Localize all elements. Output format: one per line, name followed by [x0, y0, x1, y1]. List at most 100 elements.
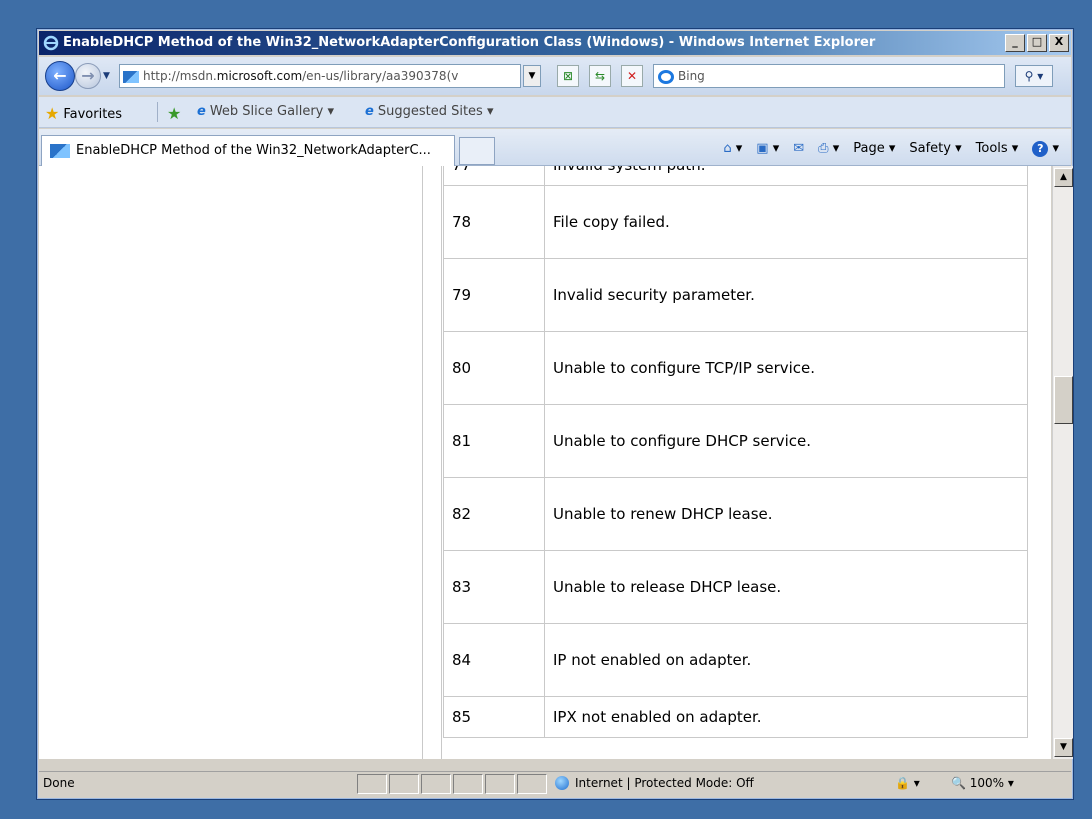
browser-window: EnableDHCP Method of the Win32_NetworkAd…: [36, 28, 1074, 800]
zoom-level: 100%: [969, 776, 1005, 790]
msdn-tab-icon: [50, 143, 70, 158]
error-code: 85: [443, 696, 545, 738]
favorites-separator: [157, 102, 158, 122]
web-slice-gallery-label: Web Slice Gallery ▾: [209, 104, 335, 119]
suggested-sites-link[interactable]: e Suggested Sites ▾: [365, 104, 493, 119]
minimize-button[interactable]: _: [1005, 34, 1025, 52]
address-bar[interactable]: http://msdn.microsoft.com/en-us/library/…: [119, 64, 521, 88]
suggested-sites-icon: e: [365, 104, 374, 119]
command-bar: ⌂ ▾ ▣ ▾ ✉ ⎙ ▾ Page ▾ Safety ▾ Tools ▾ ? …: [723, 141, 1059, 157]
url-path: /en-us/library/aa390378(v: [302, 69, 459, 83]
security-zone[interactable]: Internet | Protected Mode: Off: [555, 776, 754, 790]
print-icon: ⎙: [818, 141, 829, 156]
suggested-sites-label: Suggested Sites ▾: [377, 104, 494, 119]
error-message: Invalid system path.: [544, 166, 1028, 186]
search-input[interactable]: Bing: [653, 64, 1005, 88]
error-message: Unable to configure TCP/IP service.: [544, 331, 1028, 405]
favorites-label: Favorites: [63, 107, 123, 122]
help-icon: ?: [1032, 141, 1049, 157]
maximize-button[interactable]: □: [1027, 34, 1047, 52]
mail-icon: ✉: [793, 141, 805, 156]
new-tab-button[interactable]: [459, 137, 495, 165]
error-message: Unable to renew DHCP lease.: [544, 477, 1028, 551]
address-dropdown-button[interactable]: ▼: [523, 65, 541, 87]
table-row: 80 Unable to configure TCP/IP service.: [443, 331, 1028, 405]
search-icon: ⚲: [1024, 69, 1034, 83]
url-prefix: http://msdn.: [143, 69, 217, 83]
error-message: IP not enabled on adapter.: [544, 623, 1028, 697]
error-code: 77: [443, 166, 545, 186]
status-panel: [421, 774, 451, 794]
table-row: 81 Unable to configure DHCP service.: [443, 404, 1028, 478]
error-code: 79: [443, 258, 545, 332]
back-arrow-icon: ←: [53, 66, 67, 85]
close-button[interactable]: X: [1049, 34, 1069, 52]
forward-button[interactable]: →: [75, 63, 101, 89]
help-button[interactable]: ? ▾: [1032, 141, 1059, 157]
lock-icon: 🔒: [895, 776, 910, 790]
tools-menu[interactable]: Tools ▾: [976, 141, 1019, 157]
tab-label: EnableDHCP Method of the Win32_NetworkAd…: [76, 143, 431, 158]
return-codes-table: 77 Invalid system path. 78File copy fail…: [443, 166, 1028, 738]
error-code: 84: [443, 623, 545, 697]
feeds-button[interactable]: ▣ ▾: [756, 141, 779, 157]
window-title: EnableDHCP Method of the Win32_NetworkAd…: [63, 35, 876, 50]
protected-mode-button[interactable]: 🔒 ▾: [895, 776, 920, 790]
favorites-star-icon: ★: [45, 104, 60, 123]
table-row: 85 IPX not enabled on adapter.: [443, 696, 1028, 738]
scroll-up-button[interactable]: ▲: [1054, 168, 1073, 187]
table-row: 84 IP not enabled on adapter.: [443, 623, 1028, 697]
table-row: 83 Unable to release DHCP lease.: [443, 550, 1028, 624]
back-button[interactable]: ←: [45, 61, 75, 91]
error-code: 82: [443, 477, 545, 551]
status-panel: [517, 774, 547, 794]
page-menu[interactable]: Page ▾: [853, 141, 895, 157]
error-message: Invalid security parameter.: [544, 258, 1028, 332]
status-panel: [389, 774, 419, 794]
tab-row: EnableDHCP Method of the Win32_NetworkAd…: [39, 129, 1071, 166]
read-mail-button[interactable]: ✉: [793, 141, 804, 157]
error-code: 78: [443, 185, 545, 259]
table-row: 79 Invalid security parameter.: [443, 258, 1028, 332]
error-message: IPX not enabled on adapter.: [544, 696, 1028, 738]
compatibility-view-icon[interactable]: ⊠: [557, 65, 579, 87]
tab-current-page[interactable]: EnableDHCP Method of the Win32_NetworkAd…: [41, 135, 455, 166]
forward-arrow-icon: →: [81, 66, 95, 85]
title-bar[interactable]: EnableDHCP Method of the Win32_NetworkAd…: [39, 31, 1071, 55]
table-row: 77 Invalid system path.: [443, 166, 1028, 186]
zoom-button[interactable]: 🔍 100% ▾: [951, 776, 1014, 790]
msdn-site-icon: [123, 70, 139, 83]
stop-icon[interactable]: ✕: [621, 65, 643, 87]
recent-pages-dropdown-icon[interactable]: ▼: [103, 71, 110, 81]
search-button[interactable]: ⚲ ▾: [1015, 65, 1053, 87]
table-row: 82 Unable to renew DHCP lease.: [443, 477, 1028, 551]
zone-label: Internet | Protected Mode: Off: [575, 776, 754, 790]
bing-icon: [658, 69, 674, 84]
status-panel: [485, 774, 515, 794]
search-placeholder: Bing: [678, 69, 705, 83]
web-slice-gallery-link[interactable]: e Web Slice Gallery ▾: [197, 104, 334, 119]
status-text: Done: [43, 776, 75, 790]
safety-menu[interactable]: Safety ▾: [909, 141, 961, 157]
vertical-scrollbar[interactable]: ▲ ▼: [1052, 166, 1073, 759]
print-button[interactable]: ⎙ ▾: [818, 141, 839, 157]
ie-page-icon: e: [197, 104, 206, 119]
scroll-down-button[interactable]: ▼: [1054, 738, 1073, 757]
home-icon: ⌂: [723, 141, 732, 156]
home-button[interactable]: ⌂ ▾: [723, 141, 742, 157]
status-panel: [357, 774, 387, 794]
navigation-pane: [39, 166, 423, 759]
content-divider: [441, 166, 442, 759]
page-content[interactable]: 77 Invalid system path. 78File copy fail…: [39, 166, 1051, 759]
refresh-icon[interactable]: ⇆: [589, 65, 611, 87]
table-row: 78 File copy failed.: [443, 185, 1028, 259]
add-to-favorites-bar-icon[interactable]: ★: [167, 104, 185, 123]
feeds-icon: ▣: [756, 141, 769, 156]
favorites-button[interactable]: ★ Favorites: [45, 104, 122, 123]
internet-zone-icon: [555, 776, 569, 790]
address-toolbar: ← → ▼ http://msdn.microsoft.com/en-us/li…: [39, 57, 1071, 95]
scroll-thumb[interactable]: [1054, 376, 1073, 424]
status-bar: Done Internet | Protected Mode: Off 🔒 ▾ …: [39, 771, 1071, 796]
status-panel: [453, 774, 483, 794]
error-code: 83: [443, 550, 545, 624]
